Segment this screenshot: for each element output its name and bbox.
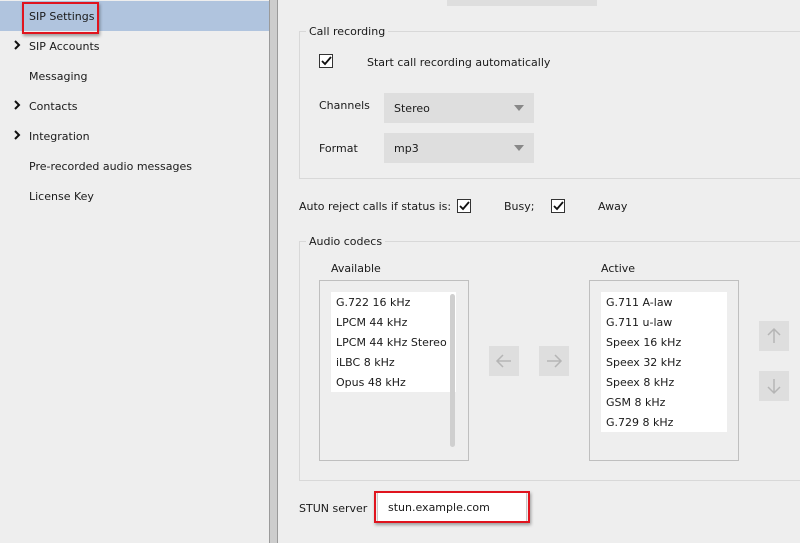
away-label: Away: [598, 200, 628, 213]
auto-reject-label: Auto reject calls if status is:: [299, 200, 452, 213]
chevron-down-icon: [514, 105, 524, 111]
sidebar-item-license-key[interactable]: License Key: [0, 181, 269, 211]
available-list-scrollbar[interactable]: [450, 294, 455, 447]
available-codecs-list[interactable]: G.722 16 kHz LPCM 44 kHz LPCM 44 kHz Ste…: [319, 280, 469, 461]
chevron-right-icon[interactable]: [12, 99, 22, 111]
arrow-right-icon: [547, 354, 563, 368]
arrow-down-icon: [767, 379, 781, 395]
list-item[interactable]: G.711 A-law: [606, 296, 673, 309]
sidebar-item-pre-recorded-audio[interactable]: Pre-recorded audio messages: [0, 151, 269, 181]
active-codecs-items: G.711 A-law G.711 u-law Speex 16 kHz Spe…: [601, 292, 727, 432]
pane-splitter[interactable]: [269, 0, 278, 543]
chevron-right-icon[interactable]: [12, 129, 22, 141]
channels-label: Channels: [319, 99, 370, 112]
arrow-up-icon: [767, 327, 781, 343]
move-right-button[interactable]: [539, 346, 569, 376]
reject-away-checkbox[interactable]: [551, 199, 565, 213]
format-value: mp3: [394, 142, 419, 155]
arrow-left-icon: [495, 354, 511, 368]
list-item[interactable]: G.722 16 kHz: [336, 296, 410, 309]
available-label: Available: [331, 262, 381, 275]
available-codecs-items: G.722 16 kHz LPCM 44 kHz LPCM 44 kHz Ste…: [331, 292, 456, 392]
list-item[interactable]: Opus 48 kHz: [336, 376, 406, 389]
list-item[interactable]: LPCM 44 kHz: [336, 316, 407, 329]
move-left-button[interactable]: [489, 346, 519, 376]
move-down-button[interactable]: [759, 371, 789, 401]
sidebar-item-contacts[interactable]: Contacts: [0, 91, 269, 121]
sidebar-nav: SIP Settings SIP Accounts Messaging Cont…: [0, 0, 269, 543]
stun-server-label: STUN server: [299, 502, 368, 515]
list-item[interactable]: iLBC 8 kHz: [336, 356, 395, 369]
sidebar-item-integration[interactable]: Integration: [0, 121, 269, 151]
audio-codecs-title: Audio codecs: [306, 235, 386, 248]
sidebar-item-label: SIP Accounts: [29, 40, 100, 53]
auto-record-label: Start call recording automatically: [367, 56, 551, 69]
sidebar-item-label: Contacts: [29, 100, 78, 113]
list-item[interactable]: G.711 u-law: [606, 316, 672, 329]
sidebar-item-label: Messaging: [29, 70, 88, 83]
list-item[interactable]: Speex 32 kHz: [606, 356, 681, 369]
top-partial-control[interactable]: [447, 0, 597, 6]
reject-busy-checkbox[interactable]: [457, 199, 471, 213]
sidebar-item-sip-accounts[interactable]: SIP Accounts: [0, 31, 269, 61]
list-item[interactable]: G.729 8 kHz: [606, 416, 673, 429]
highlight-box-stun-server: [374, 491, 530, 523]
chevron-right-icon[interactable]: [12, 39, 22, 51]
highlight-box-sip-settings: [22, 2, 99, 34]
auto-record-checkbox[interactable]: [319, 54, 333, 68]
sidebar-item-label: License Key: [29, 190, 94, 203]
call-recording-title: Call recording: [306, 25, 389, 38]
format-dropdown[interactable]: mp3: [384, 133, 534, 163]
busy-label: Busy;: [504, 200, 535, 213]
checkmark-icon: [459, 201, 470, 211]
active-label: Active: [601, 262, 636, 275]
list-item[interactable]: LPCM 44 kHz Stereo: [336, 336, 447, 349]
list-item[interactable]: Speex 8 kHz: [606, 376, 674, 389]
call-recording-group: [299, 31, 800, 179]
checkmark-icon: [553, 201, 564, 211]
active-codecs-list[interactable]: G.711 A-law G.711 u-law Speex 16 kHz Spe…: [589, 280, 739, 461]
chevron-down-icon: [514, 145, 524, 151]
channels-value: Stereo: [394, 102, 430, 115]
list-item[interactable]: GSM 8 kHz: [606, 396, 665, 409]
list-item[interactable]: Speex 16 kHz: [606, 336, 681, 349]
sidebar-item-messaging[interactable]: Messaging: [0, 61, 269, 91]
sidebar-item-label: Pre-recorded audio messages: [29, 160, 192, 173]
sidebar-item-label: Integration: [29, 130, 90, 143]
channels-dropdown[interactable]: Stereo: [384, 93, 534, 123]
format-label: Format: [319, 142, 358, 155]
checkmark-icon: [321, 56, 332, 66]
move-up-button[interactable]: [759, 321, 789, 351]
